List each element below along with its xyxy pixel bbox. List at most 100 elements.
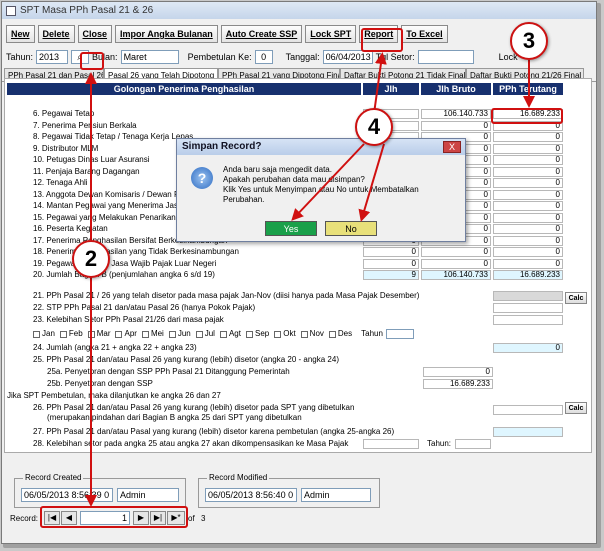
- new-button[interactable]: New: [6, 25, 35, 43]
- month-checkbox[interactable]: Mei: [141, 329, 164, 339]
- new-record-icon[interactable]: ▶*: [167, 511, 185, 525]
- toolbar: New Delete Close Impor Angka Bulanan Aut…: [2, 23, 596, 45]
- month-checkbox[interactable]: Apr: [115, 329, 137, 339]
- pph-cell[interactable]: 0: [493, 235, 563, 246]
- tahun-field-23[interactable]: [385, 329, 414, 339]
- row-23-value[interactable]: [493, 315, 563, 325]
- next-record-icon[interactable]: ▶: [133, 511, 149, 525]
- prev-record-icon[interactable]: ◀: [61, 511, 77, 525]
- checkbox-icon[interactable]: [59, 330, 67, 338]
- table-row: 6. Pegawai Tetap 106.140.733 16.689.233: [7, 109, 563, 119]
- yes-button[interactable]: Yes: [265, 221, 317, 236]
- month-checkbox[interactable]: Nov: [300, 329, 324, 339]
- row-25: 25. PPh Pasal 21 dan/atau Pasal 26 yang …: [33, 355, 339, 364]
- checkbox-icon[interactable]: [274, 330, 282, 338]
- row-25b-value[interactable]: 16.689.233: [423, 379, 493, 389]
- month-label: Des: [337, 329, 353, 338]
- checkbox-icon[interactable]: [33, 330, 40, 338]
- row-21-value[interactable]: [493, 291, 563, 301]
- month-label: Jan: [42, 329, 55, 338]
- calc-button-1[interactable]: Calc: [565, 292, 587, 304]
- pph-cell[interactable]: 0: [493, 189, 563, 200]
- checkbox-icon[interactable]: [219, 330, 227, 338]
- title-bar: SPT Masa PPh Pasal 21 & 26: [2, 2, 596, 19]
- pph-cell[interactable]: 0: [493, 120, 563, 131]
- checkbox-icon[interactable]: [141, 330, 149, 338]
- month-label: Mar: [96, 329, 111, 338]
- bruto-cell[interactable]: 106.140.733: [421, 270, 491, 280]
- dialog-close-icon[interactable]: X: [443, 141, 461, 153]
- no-button[interactable]: No: [325, 221, 377, 236]
- checkbox-icon[interactable]: [245, 330, 253, 338]
- lock-spt-button[interactable]: Lock SPT: [305, 25, 357, 43]
- checkbox-icon[interactable]: [195, 330, 203, 338]
- modified-date-field: 06/05/2013 8:56:40 0: [205, 488, 297, 502]
- month-checkbox[interactable]: Des: [328, 329, 353, 339]
- bruto-cell[interactable]: 0: [421, 120, 491, 131]
- pph-cell[interactable]: 0: [493, 166, 563, 177]
- pph-cell[interactable]: 16.689.233: [493, 270, 563, 280]
- pembetulan-field[interactable]: 0: [254, 50, 273, 64]
- tahun-label-23: Tahun: [361, 329, 383, 338]
- dialog-title: Simpan Record?: [177, 139, 465, 155]
- month-label: Apr: [124, 329, 137, 338]
- month-checkbox[interactable]: Jun: [168, 329, 191, 339]
- month-checkbox[interactable]: Feb: [59, 329, 83, 339]
- row-25a-value[interactable]: 0: [423, 367, 493, 377]
- row-22-value[interactable]: [493, 303, 563, 313]
- pph-cell[interactable]: 0: [493, 178, 563, 188]
- report-button[interactable]: Report: [359, 25, 399, 43]
- search-icon[interactable]: ⌕: [71, 50, 90, 64]
- delete-button[interactable]: Delete: [37, 25, 75, 43]
- pph-cell[interactable]: 0: [493, 247, 563, 257]
- bruto-cell[interactable]: 0: [421, 258, 491, 269]
- pph-cell[interactable]: 16.689.233: [493, 109, 563, 119]
- pph-cell[interactable]: 0: [493, 132, 563, 142]
- checkbox-icon[interactable]: [300, 330, 308, 338]
- jumlah-cell[interactable]: 0: [363, 258, 419, 269]
- pph-cell[interactable]: 0: [493, 143, 563, 154]
- month-checkbox[interactable]: Mar: [87, 329, 111, 339]
- close-button[interactable]: Close: [77, 25, 113, 43]
- checkbox-icon[interactable]: [328, 330, 336, 338]
- checkbox-icon[interactable]: [168, 330, 176, 338]
- month-label: Feb: [68, 329, 83, 338]
- tahun-field[interactable]: 2013: [36, 50, 69, 64]
- current-record-field[interactable]: 1: [80, 511, 130, 525]
- jumlah-cell[interactable]: 9: [363, 270, 419, 280]
- tanggal-field[interactable]: 06/04/2013: [322, 50, 373, 64]
- calc-button-2[interactable]: Calc: [565, 402, 587, 414]
- pph-cell[interactable]: 0: [493, 155, 563, 165]
- pph-cell[interactable]: 0: [493, 201, 563, 211]
- month-checkbox[interactable]: Agt: [219, 329, 241, 339]
- import-button[interactable]: Impor Angka Bulanan: [115, 25, 218, 43]
- bruto-cell[interactable]: 0: [421, 247, 491, 257]
- header-golongan: Golongan Penerima Penghasilan: [7, 83, 361, 95]
- month-checkbox[interactable]: Okt: [274, 329, 296, 339]
- pph-cell[interactable]: 0: [493, 258, 563, 269]
- checkbox-icon[interactable]: [115, 330, 123, 338]
- month-label: Nov: [309, 329, 324, 338]
- tgl-setor-field[interactable]: [417, 50, 474, 64]
- checkbox-icon[interactable]: [87, 330, 95, 338]
- month-checkbox[interactable]: Jul: [195, 329, 215, 339]
- bulan-select[interactable]: Maret: [120, 50, 179, 64]
- bruto-cell[interactable]: 106.140.733: [421, 109, 491, 119]
- row-24-value[interactable]: 0: [493, 343, 563, 353]
- auto-create-ssp-button[interactable]: Auto Create SSP: [220, 25, 303, 43]
- row-label: 7. Penerima Pensiun Berkala: [33, 120, 137, 130]
- dialog-message: Anda baru saja mengedit data. Apakah per…: [223, 165, 419, 204]
- row-28-masa-select[interactable]: [363, 439, 419, 449]
- pph-cell[interactable]: 0: [493, 212, 563, 223]
- pph-cell[interactable]: 0: [493, 224, 563, 234]
- month-checkbox[interactable]: Jan: [33, 329, 55, 339]
- jumlah-cell[interactable]: 0: [363, 247, 419, 257]
- first-record-icon[interactable]: |◀: [44, 511, 60, 525]
- month-checkbox[interactable]: Sep: [245, 329, 269, 339]
- row-28-tahun-field[interactable]: [455, 439, 491, 449]
- to-excel-button[interactable]: To Excel: [401, 25, 448, 43]
- header-pph: PPh Terutang: [493, 83, 563, 95]
- row-24: 24. Jumlah (angka 21 + angka 22 + angka …: [7, 343, 567, 353]
- row-27-value[interactable]: [493, 427, 563, 437]
- last-record-icon[interactable]: ▶|: [150, 511, 166, 525]
